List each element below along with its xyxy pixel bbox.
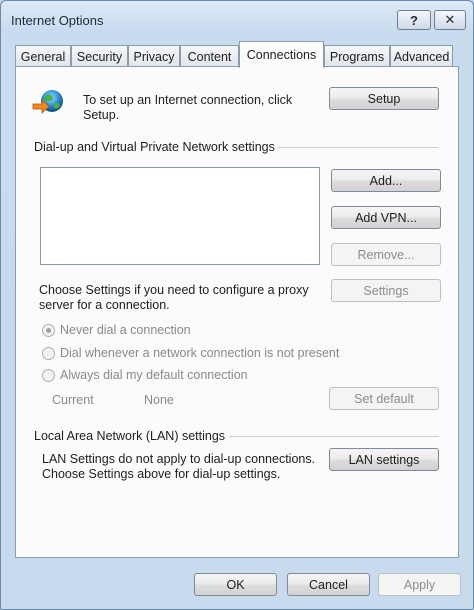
tab-security[interactable]: Security xyxy=(71,45,128,67)
internet-options-dialog: Internet Options ? ✕ General Security Pr… xyxy=(0,0,474,610)
set-default-button[interactable]: Set default xyxy=(329,387,439,410)
tab-advanced[interactable]: Advanced xyxy=(390,45,453,67)
help-icon: ? xyxy=(410,12,418,28)
radio-dial-when-no-network[interactable]: Dial whenever a network connection is no… xyxy=(42,346,339,361)
tab-label: Content xyxy=(187,49,232,64)
radio-label: Never dial a connection xyxy=(60,323,191,337)
proxy-description-line2: server for a connection. xyxy=(39,298,170,312)
cancel-button[interactable]: Cancel xyxy=(287,573,370,596)
help-button[interactable]: ? xyxy=(397,10,431,30)
add-vpn-button-label: Add VPN... xyxy=(355,210,417,225)
setup-button[interactable]: Setup xyxy=(329,87,439,110)
radio-label: Dial whenever a network connection is no… xyxy=(60,346,340,360)
ok-button[interactable]: OK xyxy=(194,573,277,596)
settings-button-label: Settings xyxy=(363,283,409,298)
cancel-button-label: Cancel xyxy=(309,577,348,592)
remove-button-label: Remove... xyxy=(357,247,415,262)
ok-button-label: OK xyxy=(226,577,245,592)
radio-always-dial[interactable]: Always dial my default connection xyxy=(42,368,248,383)
lan-description: LAN Settings do not apply to dial-up con… xyxy=(42,452,316,466)
setup-button-label: Setup xyxy=(367,91,401,106)
current-label: Current xyxy=(52,393,94,407)
lan-settings-button-label: LAN settings xyxy=(348,452,420,467)
connections-listbox[interactable] xyxy=(40,167,320,265)
network-globe-icon xyxy=(32,87,66,117)
tab-label: Privacy xyxy=(133,49,175,64)
lan-divider xyxy=(229,436,439,437)
radio-label: Always dial my default connection xyxy=(60,368,248,382)
tab-label: Programs xyxy=(329,49,385,64)
tab-label: Security xyxy=(76,49,123,64)
connections-panel: To set up an Internet connection, click … xyxy=(15,66,459,558)
close-button[interactable]: ✕ xyxy=(434,10,466,30)
tab-label: Advanced xyxy=(393,49,450,64)
radio-button[interactable] xyxy=(42,369,55,382)
tab-privacy[interactable]: Privacy xyxy=(128,45,180,67)
radio-button[interactable] xyxy=(42,347,55,360)
current-value: None xyxy=(144,393,174,407)
setup-description: To set up an Internet connection, click xyxy=(83,93,293,107)
add-button[interactable]: Add... xyxy=(331,169,441,192)
add-vpn-button[interactable]: Add VPN... xyxy=(331,206,441,229)
lan-description-line2: Choose Settings above for dial-up settin… xyxy=(42,467,281,481)
title-bar[interactable]: Internet Options ? ✕ xyxy=(1,1,473,39)
remove-button[interactable]: Remove... xyxy=(331,243,441,266)
lan-settings-button[interactable]: LAN settings xyxy=(329,448,439,471)
apply-button-label: Apply xyxy=(403,577,436,592)
window-title: Internet Options xyxy=(11,13,104,28)
setup-description-line2: Setup. xyxy=(83,108,120,122)
tab-label: General xyxy=(20,49,66,64)
close-icon: ✕ xyxy=(444,12,456,27)
tab-programs[interactable]: Programs xyxy=(324,45,390,67)
dialup-divider xyxy=(278,147,438,148)
radio-button-checked[interactable] xyxy=(42,324,55,337)
settings-button[interactable]: Settings xyxy=(331,279,441,302)
dialup-heading: Dial-up and Virtual Private Network sett… xyxy=(34,140,275,154)
tab-general[interactable]: General xyxy=(15,45,71,67)
tab-content[interactable]: Content xyxy=(180,45,239,67)
apply-button[interactable]: Apply xyxy=(378,573,461,596)
add-button-label: Add... xyxy=(369,173,403,188)
proxy-description: Choose Settings if you need to configure… xyxy=(39,283,309,297)
radio-never-dial[interactable]: Never dial a connection xyxy=(42,323,191,338)
lan-heading: Local Area Network (LAN) settings xyxy=(34,429,226,443)
set-default-button-label: Set default xyxy=(354,391,414,406)
tab-label: Connections xyxy=(246,48,317,62)
tab-connections[interactable]: Connections xyxy=(239,41,324,68)
